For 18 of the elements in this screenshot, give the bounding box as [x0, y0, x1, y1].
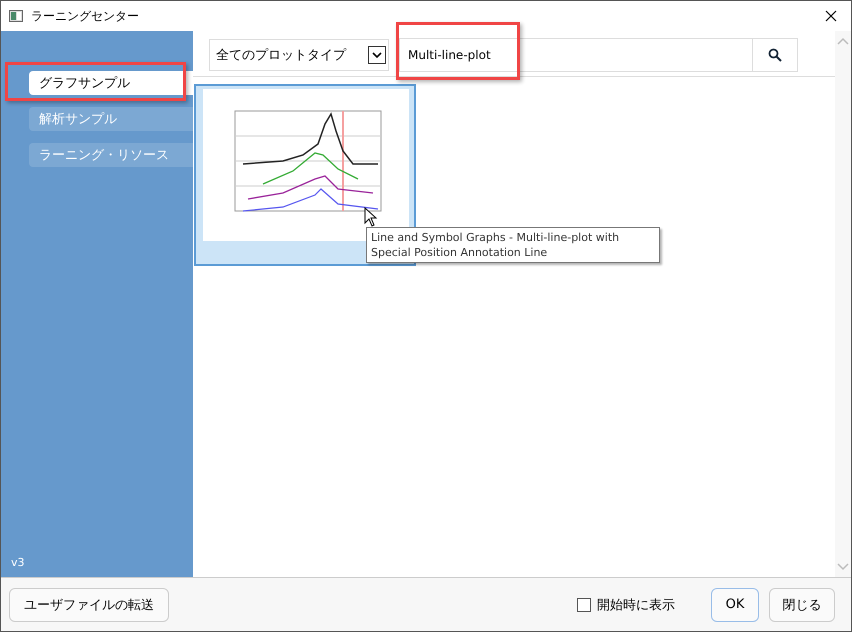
search-icon: [768, 48, 782, 62]
search-button[interactable]: [752, 38, 798, 72]
plot-type-dropdown[interactable]: 全てのプロットタイプ: [209, 38, 389, 70]
tooltip: Line and Symbol Graphs - Multi-line-plot with Special Position Annotation Line: [366, 227, 660, 263]
cursor-icon: [364, 207, 378, 227]
window-title: ラーニングセンター: [31, 8, 140, 24]
close-button[interactable]: 閉じる: [769, 588, 835, 622]
close-icon[interactable]: [825, 10, 837, 22]
transfer-files-button[interactable]: ユーザファイルの転送: [9, 588, 169, 622]
caret-icon: [368, 46, 386, 64]
ok-button[interactable]: OK: [711, 588, 759, 622]
search-field[interactable]: Multi-line-plot: [399, 38, 752, 72]
version-label: v3: [11, 556, 26, 569]
checkbox-label: 開始時に表示: [597, 596, 675, 614]
startup-checkbox[interactable]: [577, 598, 591, 612]
sidebar-item[interactable]: グラフサンプル: [29, 71, 193, 95]
sample-thumbnail[interactable]: [194, 84, 416, 266]
app-icon: [9, 10, 23, 22]
